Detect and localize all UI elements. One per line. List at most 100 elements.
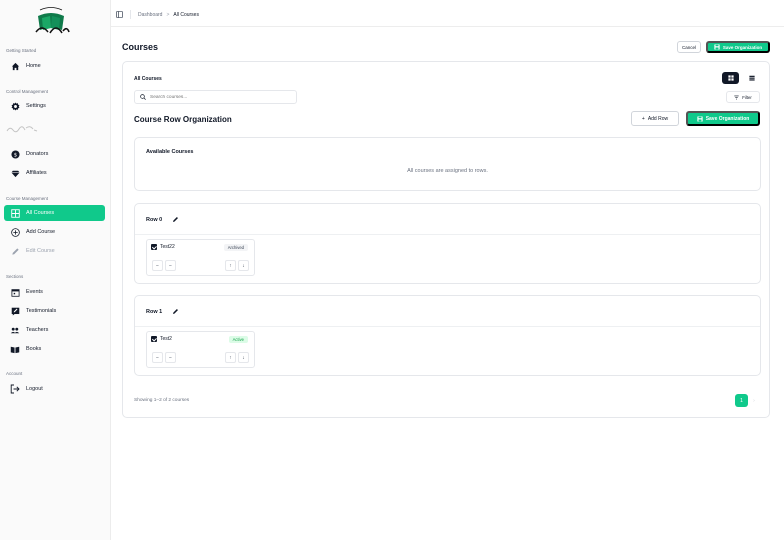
list-view-button[interactable] (743, 72, 760, 84)
pencil-icon (10, 246, 20, 256)
move-right-button[interactable]: − (165, 352, 176, 363)
filter-label: Filter (742, 94, 752, 100)
sidebar-item-label: Add Course (26, 228, 56, 235)
plus-circle-icon (10, 227, 20, 237)
move-left-button[interactable]: − (152, 260, 163, 271)
section-getting-started: Getting Started (6, 48, 37, 53)
sidebar-item-affiliates[interactable]: Affiliates (4, 165, 105, 181)
cancel-button[interactable]: Cancel (677, 41, 701, 53)
sidebar-item-books[interactable]: Books (4, 341, 105, 357)
course-checkbox[interactable] (151, 336, 157, 342)
home-icon (10, 61, 20, 71)
arrow-up-icon: ↑ (229, 262, 232, 269)
save-icon (714, 44, 720, 50)
organization-title: Course Row Organization (134, 115, 232, 124)
diamond-icon (10, 168, 20, 178)
section-course-management: Course Management (6, 196, 49, 201)
svg-text:$: $ (13, 152, 16, 158)
section-sections: Sections (6, 274, 24, 279)
filter-icon (734, 95, 739, 100)
save-organization-label: Save Organization (722, 44, 763, 50)
move-down-button[interactable]: ↓ (238, 352, 249, 363)
sidebar-item-label: Affiliates (26, 169, 47, 176)
calendar-icon (10, 287, 20, 297)
arrow-up-icon: ↑ (229, 354, 232, 361)
breadcrumb-divider (130, 10, 131, 19)
sidebar-item-events[interactable]: Events (4, 284, 105, 300)
blurred-logo-icon (6, 126, 38, 133)
sidebar-item-label: All Courses (26, 209, 55, 216)
sidebar-item-home[interactable]: Home (4, 58, 105, 74)
move-up-button[interactable]: ↑ (225, 352, 236, 363)
pagination-summary: Showing 1–2 of 2 courses (134, 398, 190, 403)
sidebar-item-label: Settings (26, 102, 46, 109)
move-up-button[interactable]: ↑ (225, 260, 236, 271)
grid-view-button[interactable] (722, 72, 739, 84)
sidebar-item-label: Books (26, 345, 42, 352)
top-bar: Dashboard > All Courses (111, 0, 784, 27)
sidebar-item-donators[interactable]: $ Donators (4, 146, 105, 162)
add-row-label: Add Row (647, 115, 669, 122)
brand-logo[interactable] (28, 4, 74, 36)
breadcrumb-current: All Courses (173, 11, 199, 18)
people-icon (10, 325, 20, 335)
save-icon (697, 115, 703, 122)
save-organization-secondary-button[interactable]: Save Organization (686, 111, 760, 126)
save-organization-button[interactable]: Save Organization (706, 41, 770, 53)
arrow-down-icon: ↓ (242, 262, 245, 269)
sidebar-item-add-course[interactable]: Add Course (4, 224, 105, 240)
logout-icon (10, 384, 20, 394)
sidebar-item-label: Donators (26, 150, 49, 157)
search-input[interactable] (150, 94, 280, 100)
add-row-button[interactable]: + Add Row (631, 111, 679, 126)
next-page-icon[interactable]: › (750, 394, 758, 407)
breadcrumb: Dashboard > All Courses (116, 10, 199, 19)
sidebar-item-label: Testimonials (26, 307, 57, 314)
row-title: Row 0 (146, 217, 163, 223)
row-divider (135, 234, 760, 235)
grid-icon (10, 208, 20, 218)
book-icon (10, 344, 20, 354)
row-divider (135, 326, 760, 327)
status-badge: Archived (223, 244, 248, 251)
edit-row-icon[interactable] (172, 216, 179, 225)
section-account: Account (6, 371, 23, 376)
arrow-down-icon: ↓ (242, 354, 245, 361)
edit-row-icon[interactable] (172, 308, 179, 317)
move-left-button[interactable]: − (152, 352, 163, 363)
course-name: Test22 (160, 244, 175, 250)
sidebar-item-all-courses[interactable]: All Courses (4, 205, 105, 221)
filter-button[interactable]: Filter (726, 91, 760, 103)
move-down-button[interactable]: ↓ (238, 260, 249, 271)
sidebar-item-teachers[interactable]: Teachers (4, 322, 105, 338)
available-courses-panel: Available Courses All courses are assign… (134, 137, 761, 191)
minus-icon: − (169, 354, 172, 361)
sidebar-item-label: Edit Course (26, 247, 55, 254)
page-1-button[interactable]: 1 (735, 394, 748, 407)
sidebar-item-label: Events (26, 288, 43, 295)
sidebar-item-settings[interactable]: Settings (4, 98, 105, 114)
breadcrumb-dashboard[interactable]: Dashboard (138, 12, 162, 18)
course-checkbox[interactable] (151, 244, 157, 250)
courses-card: All Courses Filter Course Row Organizati… (122, 61, 770, 418)
status-badge: Active (228, 336, 248, 343)
move-right-button[interactable]: − (165, 260, 176, 271)
list-view-icon (748, 75, 755, 81)
plus-icon: + (641, 115, 645, 122)
search-field[interactable] (134, 90, 297, 104)
sidebar-item-label: Teachers (26, 326, 49, 333)
course-card[interactable]: Test22 Archived − − ↑ ↓ (146, 239, 255, 276)
sidebar-item-label: Home (26, 62, 41, 69)
sidebar-toggle-icon[interactable] (116, 11, 123, 18)
sidebar-item-testimonials[interactable]: Testimonials (4, 303, 105, 319)
minus-icon: − (156, 262, 159, 269)
section-control-management: Control Management (6, 89, 49, 94)
sidebar-item-logout[interactable]: Logout (4, 381, 105, 397)
minus-icon: − (169, 262, 172, 269)
grid-view-icon (727, 75, 734, 81)
dollar-circle-icon: $ (10, 149, 20, 159)
row-panel: Row 1 Test2 Active − − ↑ ↓ (134, 295, 761, 376)
course-card[interactable]: Test2 Active − − ↑ ↓ (146, 331, 255, 368)
available-courses-title: Available Courses (146, 149, 194, 155)
sidebar-item-edit-course[interactable]: Edit Course (4, 243, 105, 259)
